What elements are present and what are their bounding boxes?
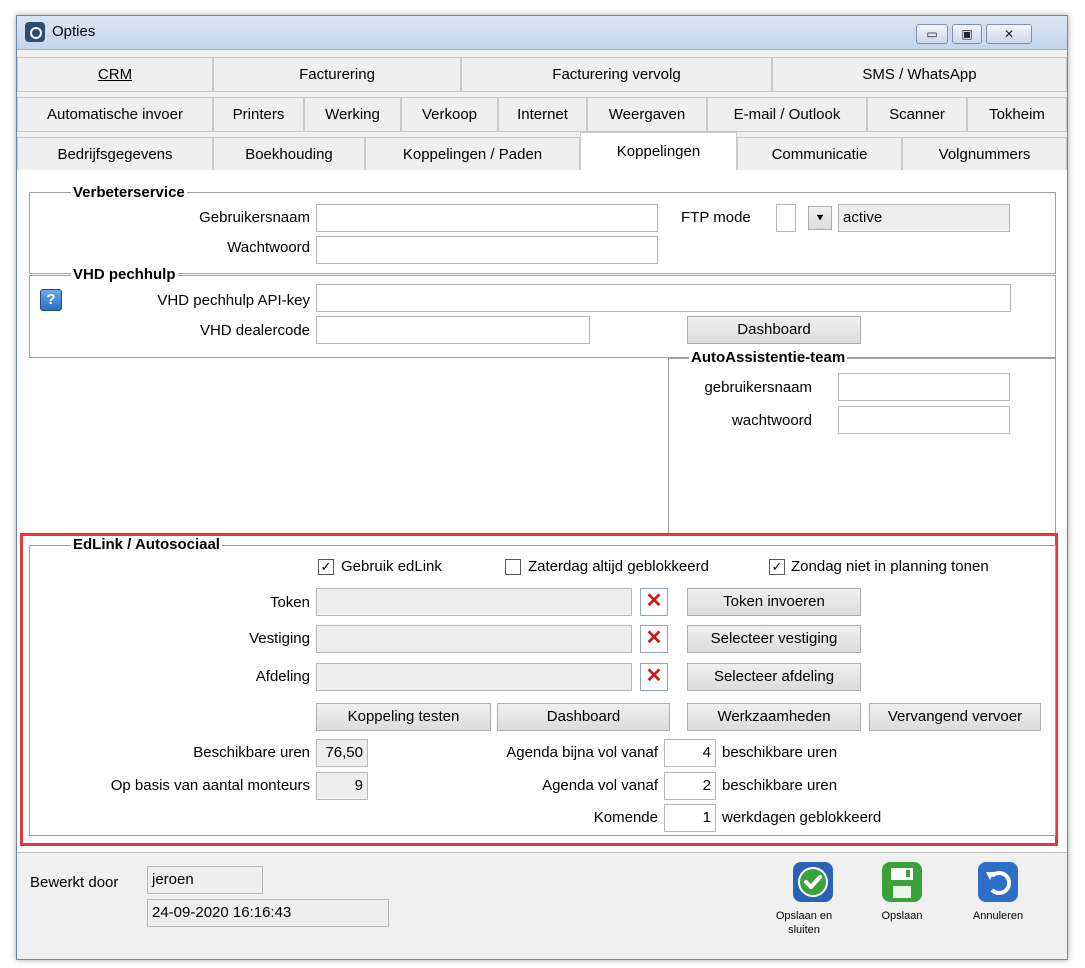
vhd-legend: VHD pechhulp: [71, 266, 178, 283]
agenda-vol-suffix: beschikbare uren: [722, 777, 838, 794]
annuleren-label: Annuleren: [972, 910, 1024, 922]
token-label: Token: [269, 594, 310, 611]
maximize-button[interactable]: ▣: [952, 24, 982, 44]
agenda-vol-input[interactable]: 2: [664, 772, 716, 800]
tab-internet[interactable]: Internet: [498, 97, 587, 132]
clear-afdeling-icon[interactable]: ✕: [640, 663, 668, 691]
wachtwoord-label: Wachtwoord: [227, 239, 310, 256]
title-bar[interactable]: [17, 16, 1067, 50]
aa-gebruikersnaam-input[interactable]: [838, 373, 1010, 401]
zondag-label: Zondag niet in planning tonen: [791, 558, 989, 575]
zaterdag-checkbox[interactable]: [505, 559, 521, 575]
selecteer-afdeling-button[interactable]: Selecteer afdeling: [687, 663, 861, 691]
tab-facturering[interactable]: Facturering: [213, 57, 461, 92]
clear-token-icon[interactable]: ✕: [640, 588, 668, 616]
tab-printers[interactable]: Printers: [213, 97, 304, 132]
gebruik-edlink-checkbox[interactable]: ✓: [318, 559, 334, 575]
opslaan-en-sluiten-button[interactable]: Opslaan en sluiten: [760, 862, 870, 954]
tab-koppelingen[interactable]: Koppelingen: [580, 132, 737, 172]
beschikbare-uren-value: 76,50: [316, 739, 368, 767]
vestiging-label: Vestiging: [249, 630, 310, 647]
vhd-api-key-label: VHD pechhulp API-key: [157, 292, 310, 309]
tab-sms-whatsapp[interactable]: SMS / WhatsApp: [772, 57, 1067, 92]
tab-volgnummers[interactable]: Volgnummers: [902, 137, 1067, 172]
ftp-mode-select[interactable]: active: [838, 204, 1010, 232]
vhd-api-key-input[interactable]: [316, 284, 1011, 312]
afdeling-input[interactable]: [316, 663, 632, 691]
vestiging-input[interactable]: [316, 625, 632, 653]
beschikbare-uren-label: Beschikbare uren: [193, 744, 310, 761]
zaterdag-label: Zaterdag altijd geblokkeerd: [528, 558, 709, 575]
help-icon[interactable]: ?: [40, 289, 62, 311]
afdeling-label: Afdeling: [255, 668, 310, 685]
token-invoeren-button[interactable]: Token invoeren: [687, 588, 861, 616]
app-icon: [25, 22, 45, 42]
zondag-checkbox[interactable]: ✓: [769, 559, 785, 575]
token-input[interactable]: [316, 588, 632, 616]
tab-bedrijfsgegevens[interactable]: Bedrijfsgegevens: [17, 137, 213, 172]
close-button[interactable]: ✕: [986, 24, 1032, 44]
tab-scanner[interactable]: Scanner: [867, 97, 967, 132]
vhd-dashboard-button[interactable]: Dashboard: [687, 316, 861, 344]
minimize-button[interactable]: ▭: [916, 24, 948, 44]
agenda-bijna-vol-suffix: beschikbare uren: [722, 744, 838, 761]
opslaan-label: Opslaan: [881, 910, 923, 922]
tab-email-outlook[interactable]: E-mail / Outlook: [707, 97, 867, 132]
tab-facturering-vervolg[interactable]: Facturering vervolg: [461, 57, 772, 92]
aa-wachtwoord-label: wachtwoord: [731, 412, 812, 429]
vervangend-vervoer-button[interactable]: Vervangend vervoer: [869, 703, 1041, 731]
vhd-dealercode-label: VHD dealercode: [199, 322, 310, 339]
verbeterservice-legend: Verbeterservice: [71, 184, 187, 201]
gebruik-edlink-label: Gebruik edLink: [341, 558, 442, 575]
werkzaamheden-button[interactable]: Werkzaamheden: [687, 703, 861, 731]
aantal-monteurs-label: Op basis van aantal monteurs: [110, 777, 310, 794]
tab-tokheim[interactable]: Tokheim: [967, 97, 1067, 132]
annuleren-button[interactable]: Annuleren: [966, 862, 1046, 942]
werkdagen-suffix: werkdagen geblokkeerd: [722, 809, 882, 826]
koppeling-testen-button[interactable]: Koppeling testen: [316, 703, 491, 731]
ftp-mode-label: FTP mode: [681, 209, 751, 226]
agenda-vol-label: Agenda vol vanaf: [542, 777, 658, 794]
edlink-legend: EdLink / Autosociaal: [71, 536, 222, 553]
bewerkt-door-label: Bewerkt door: [30, 874, 119, 891]
clear-vestiging-icon[interactable]: ✕: [640, 625, 668, 653]
gebruikersnaam-label: Gebruikersnaam: [199, 209, 310, 226]
timestamp-value: 24-09-2020 16:16:43: [147, 899, 389, 927]
edlink-dashboard-button[interactable]: Dashboard: [497, 703, 670, 731]
tab-boekhouding[interactable]: Boekhouding: [213, 137, 365, 172]
komende-label: Komende: [593, 809, 658, 826]
tab-koppelingen-paden[interactable]: Koppelingen / Paden: [365, 137, 580, 172]
ftp-mode-box[interactable]: [776, 204, 796, 232]
window-title: Opties: [52, 23, 96, 40]
save-close-icon: [793, 862, 833, 902]
tab-label: CRM: [97, 66, 133, 83]
aantal-monteurs-value: 9: [316, 772, 368, 800]
agenda-bijna-vol-input[interactable]: 4: [664, 739, 716, 767]
opslaan-button[interactable]: Opslaan: [872, 862, 942, 942]
dropdown-icon[interactable]: ⯆: [808, 206, 832, 230]
tab-communicatie[interactable]: Communicatie: [737, 137, 902, 172]
wachtwoord-input[interactable]: [316, 236, 658, 264]
aa-gebruikersnaam-label: gebruikersnaam: [704, 379, 812, 396]
tab-weergaven[interactable]: Weergaven: [587, 97, 707, 132]
gebruikersnaam-input[interactable]: [316, 204, 658, 232]
tab-verkoop[interactable]: Verkoop: [401, 97, 498, 132]
vhd-dealercode-input[interactable]: [316, 316, 590, 344]
tab-werking[interactable]: Werking: [304, 97, 401, 132]
selecteer-vestiging-button[interactable]: Selecteer vestiging: [687, 625, 861, 653]
bewerkt-door-value: jeroen: [147, 866, 263, 894]
tab-automatische-invoer[interactable]: Automatische invoer: [17, 97, 213, 132]
aa-wachtwoord-input[interactable]: [838, 406, 1010, 434]
tab-crm[interactable]: CRM: [17, 57, 213, 92]
undo-icon: [978, 862, 1018, 902]
komende-input[interactable]: 1: [664, 804, 716, 832]
autoassistentie-legend: AutoAssistentie-team: [689, 349, 848, 366]
opslaan-en-sluiten-label: Opslaan en sluiten: [775, 910, 833, 936]
agenda-bijna-vol-label: Agenda bijna vol vanaf: [506, 744, 658, 761]
floppy-disk-icon: [882, 862, 922, 902]
